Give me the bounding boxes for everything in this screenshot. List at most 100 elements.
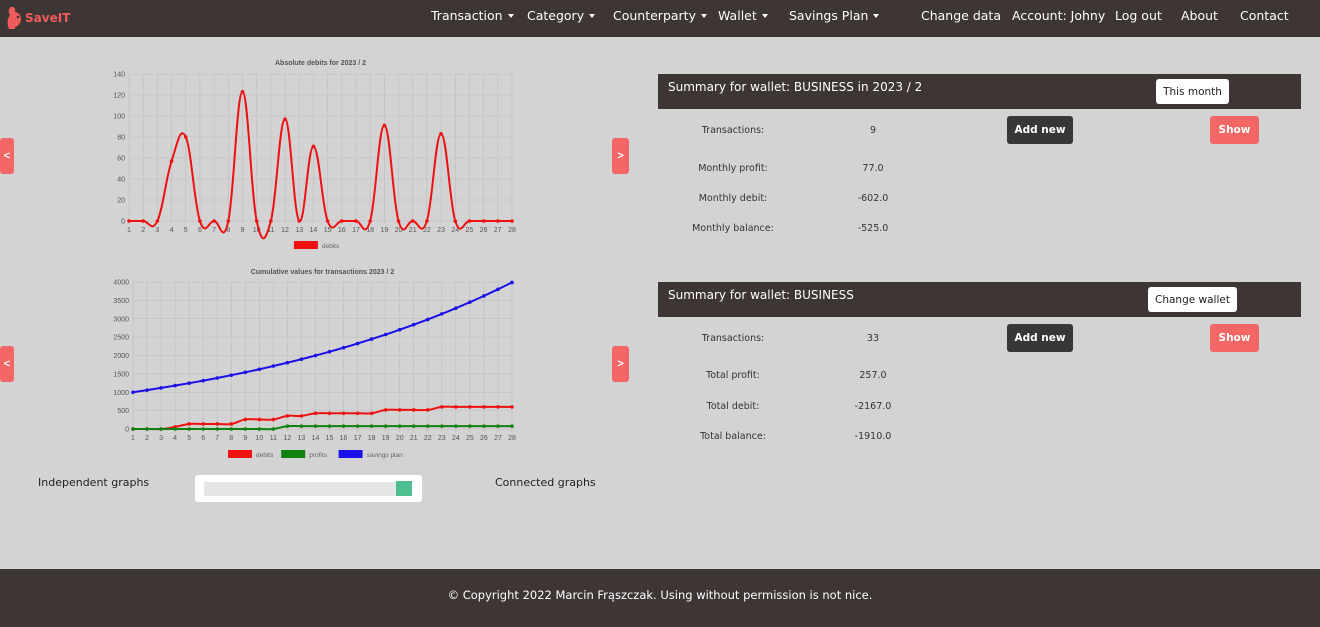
y-tick-label: 2500 [113,335,129,342]
nav-category-label: Category [527,8,585,23]
nav-wallet-dropdown[interactable]: Wallet [718,0,768,32]
y-tick-label: 40 [117,177,125,184]
data-point [201,378,205,383]
data-point [440,424,444,428]
x-tick-label: 14 [310,227,318,234]
data-point [410,219,415,223]
x-tick-label: 27 [494,227,502,234]
data-point [313,353,318,358]
slider-track[interactable] [204,482,410,496]
y-tick-label: 60 [117,156,125,163]
footer-copyright: © Copyright 2022 Marcin Frąszczak. Using… [447,588,873,602]
nav-about-link[interactable]: About [1181,0,1218,32]
logo[interactable]: SaveIT [6,3,70,33]
monthly-profit-label: Monthly profit: [698,163,768,174]
data-point [327,424,332,428]
data-point [482,294,486,298]
x-tick-label: 25 [466,435,474,442]
nav-savings-plan-dropdown[interactable]: Savings Plan [789,0,880,32]
data-point [425,408,430,412]
nav-transaction-label: Transaction [431,8,503,23]
nav-category-dropdown[interactable]: Category [527,0,596,32]
data-point [187,381,191,385]
monthly-debit-label: Monthly debit: [698,193,768,204]
y-tick-label: 0 [125,427,129,434]
x-tick-label: 23 [438,435,446,442]
data-point [327,411,332,416]
x-tick-label: 23 [437,227,445,234]
chart2-next-button[interactable]: > [612,346,629,382]
nav-logout-link[interactable]: Log out [1115,0,1162,32]
data-point [396,219,401,223]
nav-change-data-link[interactable]: Change data [921,0,1001,32]
change-wallet-button[interactable]: Change wallet [1148,287,1237,312]
nav-account-link[interactable]: Account: Johny [1012,0,1105,32]
data-point [243,370,248,375]
chart1-prev-button[interactable]: < [0,138,14,174]
data-point [510,219,514,223]
x-tick-label: 5 [187,435,191,442]
total-transactions-value: 33 [866,333,880,344]
x-tick-label: 26 [480,435,488,442]
data-point [215,376,220,380]
x-tick-label: 21 [410,435,418,442]
independent-graphs-label: Independent graphs [38,476,150,489]
squirrel-logo-icon [7,6,21,29]
y-tick-label: 1500 [113,371,129,378]
legend-swatch [281,450,306,458]
total-show-button[interactable]: Show [1210,324,1259,352]
slider-thumb[interactable] [396,481,412,496]
caret-down-icon [589,13,596,18]
nav-transaction-dropdown[interactable]: Transaction [431,0,514,32]
month-add-new-button[interactable]: Add new [1007,116,1073,144]
data-point [226,219,231,223]
x-tick-label: 9 [241,227,245,234]
data-point [229,373,234,377]
monthly-debit-value: -602.0 [857,193,889,204]
graphs-mode-slider[interactable] [195,475,422,502]
data-point [271,427,276,431]
data-point [183,135,188,139]
month-show-button[interactable]: Show [1210,116,1259,144]
x-tick-label: 12 [281,227,289,234]
x-tick-label: 26 [480,227,488,234]
nav-counterparty-dropdown[interactable]: Counterparty [613,0,707,32]
data-point [198,219,202,223]
data-point [131,390,135,395]
nav-counterparty-label: Counterparty [613,8,696,23]
x-tick-label: 21 [409,227,417,234]
chart2-prev-button[interactable]: < [0,346,14,382]
total-add-new-button[interactable]: Add new [1007,324,1073,352]
this-month-button[interactable]: This month [1156,79,1229,104]
data-point [257,417,262,422]
x-tick-label: 22 [424,435,432,442]
nav-contact-link[interactable]: Contact [1240,0,1289,32]
caret-down-icon [761,13,768,18]
chart1-next-button[interactable]: > [612,138,629,174]
data-point [468,405,472,409]
x-tick-label: 13 [298,435,306,442]
caret-down-icon [873,13,880,18]
monthly-profit-value: 77.0 [862,163,884,174]
x-tick-label: 7 [215,435,219,442]
data-point [355,424,360,428]
x-tick-label: 1 [131,435,135,442]
data-point [397,408,402,412]
data-point [510,280,514,285]
total-profit-label: Total profit: [706,370,760,381]
y-tick-label: 3000 [113,316,129,323]
data-point [325,219,330,223]
x-tick-label: 28 [508,227,516,234]
legend-label: savings plan [367,452,404,459]
data-point [369,337,374,341]
x-tick-label: 20 [396,435,404,442]
data-point [439,132,443,136]
total-balance-label: Total balance: [700,431,766,442]
data-point [369,411,374,416]
data-point [299,424,304,428]
data-point [169,159,174,163]
x-tick-label: 4 [173,435,177,442]
data-point [482,405,486,409]
x-tick-label: 27 [494,435,502,442]
data-point [510,424,514,428]
